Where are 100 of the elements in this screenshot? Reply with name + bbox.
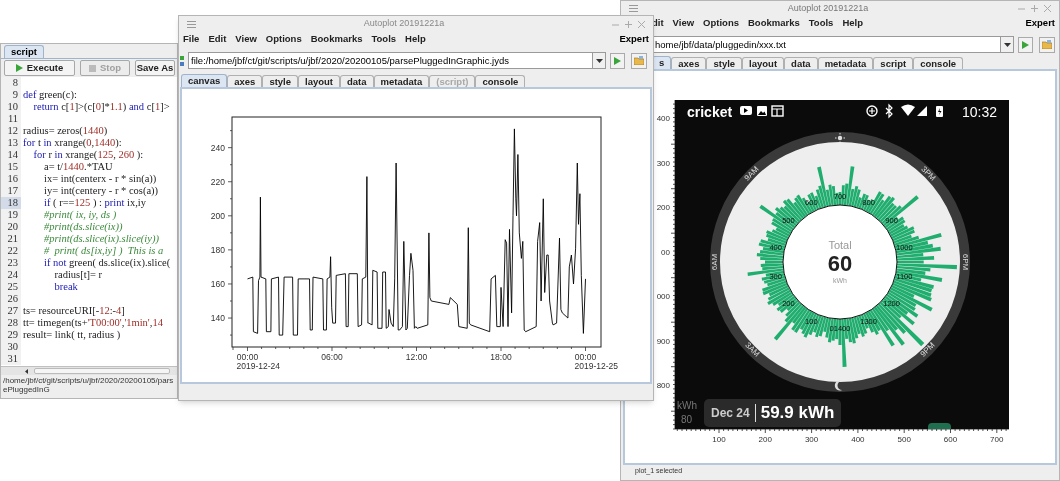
y-tick-label: 200 bbox=[656, 203, 670, 213]
menu-icon[interactable] bbox=[187, 20, 196, 28]
tab-handle[interactable] bbox=[928, 423, 951, 429]
line-number: 21 bbox=[1, 233, 21, 245]
tab[interactable]: layout bbox=[298, 75, 340, 87]
url-field[interactable]: file:/home/jbf/ct/git/scripts/u/jbf/2020/20200105/parsePluggedInGraphic.jyds bbox=[188, 52, 593, 69]
y-tick-label: 300 bbox=[656, 158, 670, 169]
image-icon bbox=[757, 106, 767, 116]
code-line: result= link( tt, radius ) bbox=[22, 329, 121, 341]
expert-menu[interactable]: Expert bbox=[1025, 15, 1055, 31]
menu-item[interactable]: Help bbox=[405, 31, 426, 47]
x-tick-label: 700 bbox=[989, 435, 1005, 445]
tab[interactable]: style bbox=[706, 57, 743, 69]
signal-icon bbox=[917, 106, 927, 116]
stop-icon bbox=[88, 64, 96, 72]
tab[interactable]: script bbox=[873, 57, 914, 69]
menu-item[interactable]: Bookmarks bbox=[310, 31, 363, 47]
code-line: # print( ds[ix,iy] ) This is a bbox=[43, 245, 164, 257]
y-tick-label: 800 bbox=[656, 381, 670, 391]
code-editor[interactable] bbox=[1, 77, 177, 366]
menu-item[interactable]: Options bbox=[265, 31, 302, 47]
line-number: 22 bbox=[1, 245, 21, 257]
x-tick-label: 00:00 bbox=[236, 352, 259, 362]
menu-item[interactable]: View bbox=[672, 15, 695, 31]
y-tick-label: 240 bbox=[210, 142, 225, 153]
caret-icon bbox=[595, 58, 603, 63]
menu-item[interactable]: Edit bbox=[208, 31, 227, 47]
menu-icon[interactable] bbox=[629, 5, 638, 12]
menu-item[interactable]: Options bbox=[703, 15, 739, 31]
dropdown-button[interactable] bbox=[593, 52, 606, 69]
dropdown-button[interactable] bbox=[1001, 36, 1014, 53]
open-file-button[interactable] bbox=[631, 52, 647, 69]
play-icon bbox=[15, 64, 23, 72]
code-line: tt= timegen(ts+'T00:00','1min',14 bbox=[22, 317, 163, 329]
line-number: 11 bbox=[1, 113, 21, 125]
hour-label: 6PM bbox=[960, 252, 970, 273]
tab[interactable]: metadata bbox=[373, 75, 430, 87]
menu-item[interactable]: View bbox=[235, 31, 257, 47]
line-number: 18 bbox=[1, 197, 21, 209]
tab[interactable]: console bbox=[475, 75, 526, 87]
code-line: return c[1]>(c[0]*1.1) and c[1]> bbox=[32, 101, 170, 113]
url-field[interactable]: home/jbf/data/pluggedin/xxx.txt bbox=[652, 36, 1001, 53]
line-number: 9 bbox=[1, 89, 21, 101]
close-icon[interactable] bbox=[1044, 5, 1051, 12]
y-tick-label: 220 bbox=[210, 176, 225, 187]
menu-item[interactable]: Tools bbox=[808, 15, 834, 31]
x-tick-label: 12:00 bbox=[405, 352, 428, 362]
play-box-icon bbox=[740, 106, 752, 115]
tab[interactable]: data bbox=[784, 57, 818, 69]
script-tab[interactable]: script bbox=[4, 45, 44, 58]
maximize-icon[interactable] bbox=[625, 20, 632, 28]
tab[interactable]: canvas bbox=[181, 74, 228, 87]
x-tick-label: 00:00 bbox=[574, 352, 597, 362]
menu-item[interactable]: Tools bbox=[371, 31, 397, 47]
energy-total: 59.9 kWh bbox=[760, 402, 835, 425]
open-file-button[interactable] bbox=[1039, 36, 1055, 53]
toolbar-button[interactable]: Execute bbox=[4, 60, 75, 76]
minimize-icon[interactable] bbox=[1018, 5, 1025, 12]
code-line: #print(ds.slice(ix).slice(iy)) bbox=[43, 233, 159, 245]
scroll-left-icon[interactable] bbox=[23, 368, 30, 375]
window-title: Autoplot 20191221a bbox=[786, 1, 870, 15]
line-number: 31 bbox=[1, 353, 21, 365]
code-line: ix= int(centerx - r * sin(a)) bbox=[43, 173, 157, 185]
line-number: 8 bbox=[1, 77, 21, 89]
menu-item[interactable]: File bbox=[183, 31, 200, 47]
line-number: 23 bbox=[1, 257, 21, 269]
toolbar-button[interactable]: Save As bbox=[135, 60, 175, 76]
tab[interactable]: metadata bbox=[817, 57, 874, 69]
code-line: if ( r==125 ) : print ix,iy bbox=[43, 197, 146, 209]
y-tick-label: 180 bbox=[210, 244, 225, 255]
code-line: iy= int(centery - r * cos(a)) bbox=[43, 185, 159, 197]
line-number: 16 bbox=[1, 173, 21, 185]
maximize-icon[interactable] bbox=[1031, 5, 1038, 12]
hour-label: 6AM bbox=[710, 252, 720, 273]
code-line: if not green( ds.slice(ix).slice( bbox=[43, 257, 171, 269]
tab[interactable]: style bbox=[262, 75, 299, 87]
tab[interactable]: axes bbox=[671, 57, 707, 69]
line-number: 10 bbox=[1, 101, 21, 113]
tab[interactable]: data bbox=[340, 75, 374, 87]
y-tick-label: 00 bbox=[661, 247, 670, 258]
menu-item[interactable]: Help bbox=[842, 15, 863, 31]
expert-menu[interactable]: Expert bbox=[619, 31, 649, 47]
bluetooth-icon bbox=[885, 103, 893, 119]
x-tick-label: 600 bbox=[942, 435, 959, 445]
y-tick-label: 000 bbox=[656, 292, 670, 302]
total-value: 60 bbox=[826, 251, 854, 277]
line-number: 25 bbox=[1, 281, 21, 293]
code-line: #print(ds.slice(ix)) bbox=[43, 221, 123, 233]
tab[interactable]: console bbox=[913, 57, 964, 69]
menu-item[interactable]: Bookmarks bbox=[748, 15, 800, 31]
horizontal-scrollbar[interactable] bbox=[34, 368, 170, 374]
line-number: 14 bbox=[1, 149, 21, 161]
tab[interactable]: axes bbox=[227, 75, 263, 87]
close-icon[interactable] bbox=[638, 20, 645, 28]
window-icon bbox=[771, 105, 784, 117]
line-number: 26 bbox=[1, 293, 21, 305]
code-line: radius= zeros(1440) bbox=[22, 125, 108, 137]
tab[interactable]: layout bbox=[742, 57, 785, 69]
y-tick-label: 200 bbox=[210, 210, 225, 221]
total-label: Total bbox=[827, 238, 853, 253]
